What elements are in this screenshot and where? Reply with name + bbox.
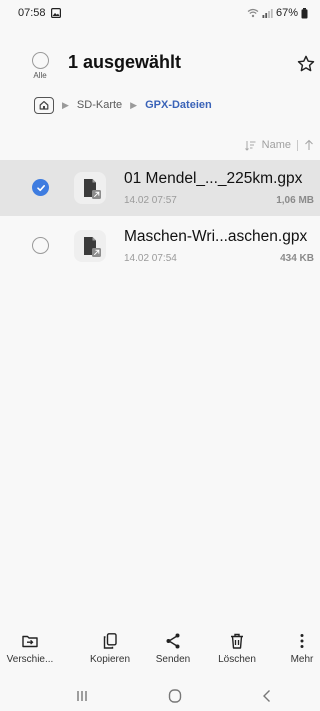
more-label: Mehr [290, 654, 314, 665]
file-row[interactable]: Maschen-Wri...aschen.gpx 14.02 07:54 434… [0, 218, 320, 274]
status-right: 67% [247, 7, 308, 19]
back-icon[interactable] [256, 686, 278, 706]
battery-icon [301, 7, 308, 19]
status-time: 07:58 [18, 7, 46, 19]
file-size: 1,06 MB [276, 195, 314, 206]
selection-count-title: 1 ausgewählt [68, 52, 182, 72]
share-label: Senden [155, 654, 191, 665]
recent-apps-icon[interactable] [71, 686, 93, 706]
file-name: 01 Mendel_..._225km.gpx [124, 170, 303, 187]
file-date: 14.02 07:54 [124, 253, 177, 264]
delete-button[interactable]: Löschen [207, 632, 267, 665]
breadcrumb-sd-card[interactable]: SD-Karte [77, 99, 122, 111]
breadcrumb-gpx-folder[interactable]: GPX-Dateien [145, 99, 212, 111]
selection-header: Alle 1 ausgewählt [0, 44, 320, 94]
battery-percent: 67% [275, 7, 298, 19]
home-nav-icon[interactable] [164, 686, 186, 706]
move-label: Verschie... [6, 654, 54, 665]
more-icon [293, 632, 311, 650]
more-button[interactable]: Mehr [272, 632, 320, 665]
status-left: 07:58 [18, 7, 61, 19]
file-row[interactable]: 01 Mendel_..._225km.gpx 14.02 07:57 1,06… [0, 160, 320, 216]
share-button[interactable]: Senden [143, 632, 203, 665]
select-all-label: Alle [33, 71, 47, 80]
sort-control[interactable]: Name [244, 136, 314, 154]
delete-label: Löschen [218, 654, 256, 665]
file-icon [74, 172, 106, 204]
delete-icon [228, 632, 246, 650]
copy-button[interactable]: Kopieren [80, 632, 140, 665]
file-date: 14.02 07:57 [124, 195, 177, 206]
row-checkbox-checked[interactable] [32, 179, 49, 196]
image-icon [50, 8, 61, 18]
wifi-icon [247, 8, 259, 18]
unchecked-circle-icon [32, 237, 49, 254]
share-icon [164, 632, 182, 650]
move-icon [21, 632, 39, 650]
file-size: 434 KB [280, 253, 314, 264]
status-bar: 07:58 67% [0, 0, 320, 26]
breadcrumb-separator-icon: ▶ [62, 99, 69, 110]
select-all-toggle[interactable]: Alle [28, 52, 52, 80]
sort-icon [244, 140, 256, 151]
home-icon[interactable] [34, 96, 54, 114]
file-name: Maschen-Wri...aschen.gpx [124, 228, 308, 245]
row-checkbox[interactable] [32, 237, 49, 254]
check-icon [32, 179, 49, 196]
file-icon [74, 230, 106, 262]
copy-label: Kopieren [89, 654, 131, 665]
breadcrumb-separator-icon: ▶ [130, 99, 138, 110]
breadcrumb: ▶ SD-Karte ▶ GPX-Dateien [34, 93, 212, 117]
bottom-action-bar: Verschie... Kopieren Senden Löschen Mehr [0, 632, 320, 676]
arrow-up-icon[interactable] [304, 139, 314, 151]
sort-label[interactable]: Name [262, 139, 291, 151]
select-all-checkbox[interactable] [31, 52, 49, 69]
signal-icon [262, 8, 273, 18]
move-button[interactable]: Verschie... [0, 632, 60, 665]
star-icon[interactable] [296, 54, 318, 76]
copy-icon [101, 632, 119, 650]
file-manager-screen: 07:58 67% Alle 1 ausgewählt ▶ SD-Karte ▶… [0, 0, 320, 711]
system-navigation-bar [0, 684, 320, 711]
sort-divider [297, 139, 298, 151]
